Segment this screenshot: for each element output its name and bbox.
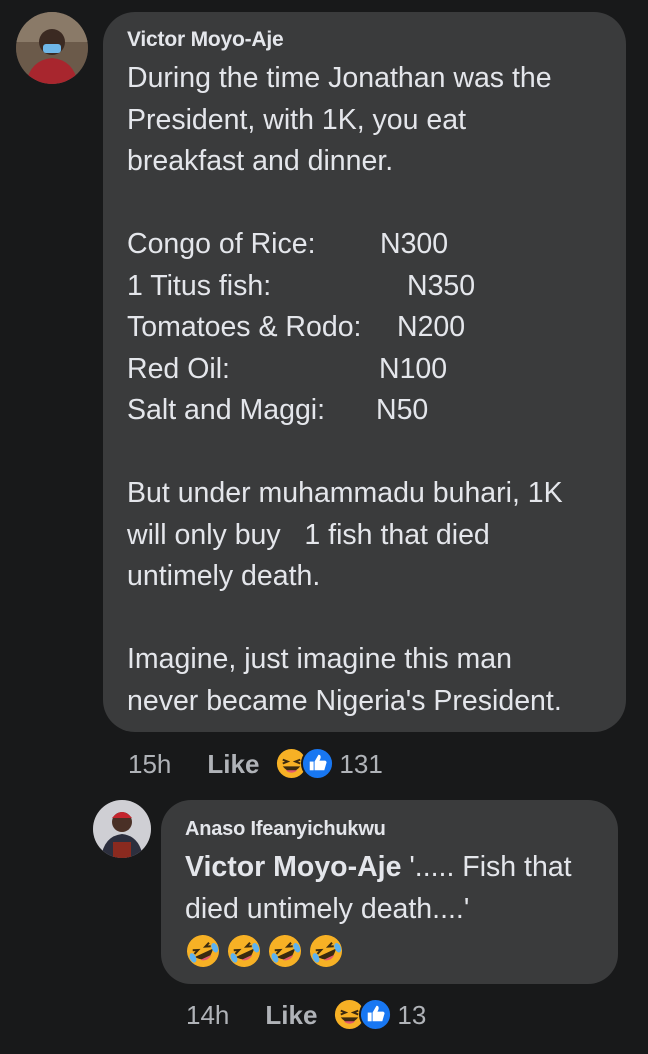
like-button[interactable]: Like bbox=[207, 749, 259, 780]
reaction-summary[interactable] bbox=[333, 998, 393, 1032]
comment-timestamp[interactable]: 15h bbox=[128, 749, 171, 780]
reply-text: '..... Fish that bbox=[401, 851, 572, 883]
rofl-emoji-icon bbox=[269, 935, 301, 967]
reply-text-line: died untimely death....' bbox=[185, 892, 470, 925]
rofl-emoji-icon bbox=[310, 935, 342, 967]
price-value: N300 bbox=[380, 228, 449, 260]
price-row: Salt and Maggi: N50 bbox=[127, 390, 602, 432]
comment-thread: Victor Moyo-Aje During the time Jonathan… bbox=[0, 0, 648, 1054]
comment-text-line: will only buy 1 fish that died bbox=[127, 518, 490, 551]
comment-bubble: Victor Moyo-Aje During the time Jonathan… bbox=[103, 12, 626, 732]
reply-timestamp[interactable]: 14h bbox=[186, 1000, 229, 1031]
reaction-summary[interactable] bbox=[275, 747, 335, 781]
like-thumb-icon bbox=[359, 998, 393, 1031]
comment-text-line: never became Nigeria's President. bbox=[127, 684, 562, 717]
reaction-count[interactable]: 13 bbox=[397, 1000, 426, 1031]
price-value: N50 bbox=[376, 394, 429, 426]
price-item: Red Oil: bbox=[127, 352, 230, 385]
rofl-emoji-icon bbox=[187, 935, 219, 967]
price-item: Salt and Maggi: bbox=[127, 394, 326, 426]
price-row: Congo of Rice: N300 bbox=[127, 224, 602, 266]
price-row: Tomatoes & Rodo: N200 bbox=[127, 307, 602, 349]
like-button[interactable]: Like bbox=[265, 1000, 317, 1031]
reply-bubble: Anaso Ifeanyichukwu Victor Moyo-Aje '...… bbox=[161, 800, 618, 984]
price-value: N100 bbox=[379, 352, 448, 385]
comment-text-line: untimely death. bbox=[127, 560, 321, 592]
avatar-anaso[interactable] bbox=[93, 800, 151, 858]
comment-author[interactable]: Victor Moyo-Aje bbox=[127, 28, 602, 52]
comment-text-line: President, with 1K, you eat bbox=[127, 103, 467, 136]
price-value: N200 bbox=[397, 311, 466, 343]
comment-text-line: But under muhammadu buhari, 1K bbox=[127, 477, 563, 509]
mention-tag[interactable]: Victor Moyo-Aje bbox=[185, 851, 401, 883]
price-row: 1 Titus fish: N350 bbox=[127, 266, 602, 308]
price-row: Red Oil: N100 bbox=[127, 349, 602, 391]
price-value: N350 bbox=[407, 269, 476, 302]
comment-text-line: Imagine, just imagine this man bbox=[127, 643, 512, 675]
price-item: Congo of Rice: bbox=[127, 228, 316, 260]
rofl-emoji-icon bbox=[228, 935, 260, 967]
comment-actions: 15h Like 131 bbox=[128, 744, 383, 784]
comment-text-line: breakfast and dinner. bbox=[127, 145, 394, 177]
emoji-row bbox=[185, 933, 594, 969]
reply-actions: 14h Like 13 bbox=[186, 995, 426, 1035]
avatar-victor[interactable] bbox=[16, 12, 88, 84]
like-thumb-icon bbox=[301, 747, 335, 780]
reply-text-line: Victor Moyo-Aje '..... Fish that bbox=[185, 847, 594, 889]
reaction-count[interactable]: 131 bbox=[339, 749, 382, 780]
price-item: 1 Titus fish: bbox=[127, 269, 272, 302]
reply-author[interactable]: Anaso Ifeanyichukwu bbox=[185, 818, 594, 841]
price-item: Tomatoes & Rodo: bbox=[127, 311, 362, 343]
comment-text-line: During the time Jonathan was the bbox=[127, 62, 552, 94]
